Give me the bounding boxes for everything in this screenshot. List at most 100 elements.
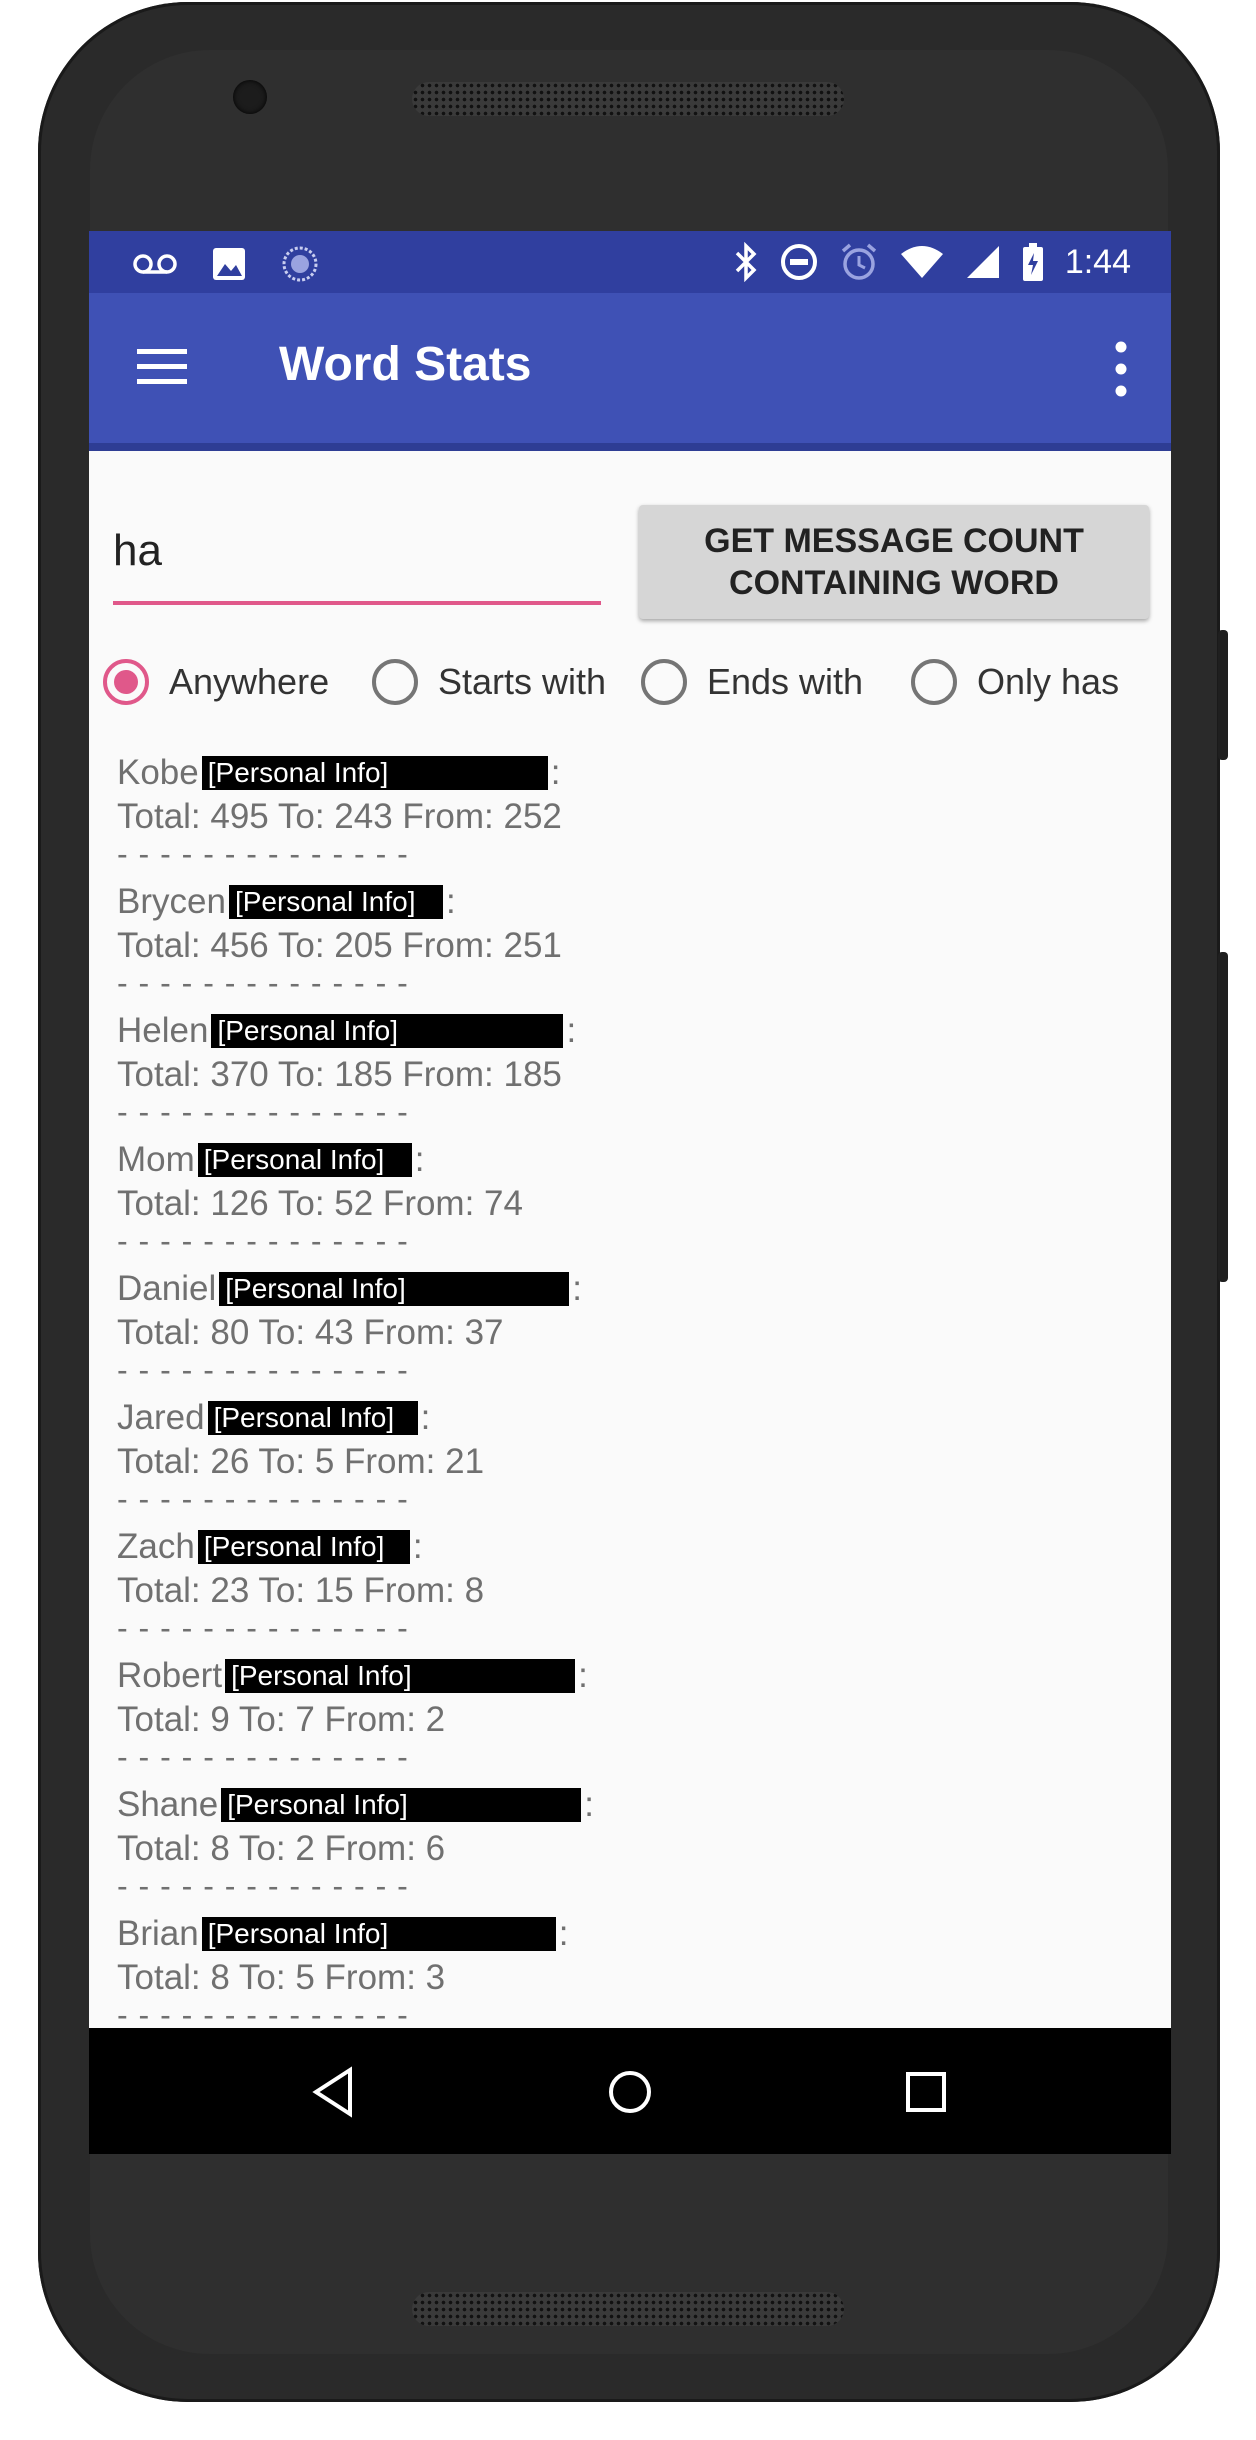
separator: - - - - - - - - - - - - - - bbox=[117, 836, 409, 872]
image-icon bbox=[213, 248, 245, 280]
message-stats: Total: 26 To: 5 From: 21 bbox=[117, 1442, 485, 1481]
status-bar: 1:44 bbox=[89, 231, 1171, 293]
radio-label-only-has: Only has bbox=[977, 661, 1120, 702]
redacted-info: [Personal Info] bbox=[221, 1788, 582, 1822]
contact-name: Robert bbox=[117, 1656, 223, 1695]
contact-line: Kobe [Personal Info]: bbox=[117, 751, 1157, 795]
message-stats: Total: 8 To: 5 From: 3 bbox=[117, 1958, 446, 1997]
radio-label-anywhere: Anywhere bbox=[169, 661, 330, 702]
list-item: Robert [Personal Info]: Total: 9 To: 7 Fr… bbox=[117, 1654, 1157, 1783]
redacted-info: [Personal Info] bbox=[225, 1659, 576, 1693]
list-item: Zach [Personal Info]: Total: 23 To: 15 Fr… bbox=[117, 1525, 1157, 1654]
radio-ends-with[interactable]: Ends with bbox=[641, 647, 863, 717]
message-stats: Total: 456 To: 205 From: 251 bbox=[117, 926, 562, 965]
bluetooth-icon bbox=[735, 242, 757, 282]
contact-line: Zach [Personal Info]: bbox=[117, 1525, 1157, 1569]
contact-line: Mom [Personal Info]: bbox=[117, 1138, 1157, 1182]
redacted-info: [Personal Info] bbox=[228, 885, 443, 919]
name-colon: : bbox=[445, 882, 456, 921]
radio-only-has[interactable]: Only has bbox=[911, 647, 1119, 717]
content-area: GET MESSAGE COUNT CONTAINING WORD Anywhe… bbox=[89, 451, 1171, 2154]
results-list: Kobe [Personal Info]: Total: 495 To: 243 … bbox=[117, 751, 1157, 2041]
do-not-disturb-icon bbox=[780, 244, 817, 280]
signal-icon bbox=[966, 246, 999, 278]
recents-icon[interactable] bbox=[896, 2062, 956, 2122]
bottom-speaker-grille bbox=[412, 2292, 844, 2326]
separator: - - - - - - - - - - - - - - bbox=[117, 1352, 409, 1388]
app-bar: Word Stats bbox=[89, 293, 1171, 451]
radio-unchecked-icon[interactable] bbox=[911, 659, 957, 705]
search-field-wrapper bbox=[113, 511, 601, 605]
battery-icon bbox=[1022, 243, 1043, 281]
menu-icon[interactable] bbox=[137, 347, 187, 387]
separator: - - - - - - - - - - - - - - bbox=[117, 965, 409, 1001]
radio-label-starts-with: Starts with bbox=[438, 661, 607, 702]
status-left-icons bbox=[133, 245, 319, 283]
contact-name: Kobe bbox=[117, 753, 199, 792]
list-item: Daniel [Personal Info]: Total: 80 To: 43 … bbox=[117, 1267, 1157, 1396]
radio-anywhere[interactable]: Anywhere bbox=[103, 647, 329, 717]
contact-name: Mom bbox=[117, 1140, 195, 1179]
get-message-count-button[interactable]: GET MESSAGE COUNT CONTAINING WORD bbox=[639, 505, 1149, 619]
redacted-info: [Personal Info] bbox=[211, 1014, 564, 1048]
message-stats: Total: 9 To: 7 From: 2 bbox=[117, 1700, 446, 1739]
page-title: Word Stats bbox=[279, 338, 532, 391]
list-item: Shane [Personal Info]: Total: 8 To: 2 Fro… bbox=[117, 1783, 1157, 1912]
overflow-menu-icon[interactable] bbox=[1115, 341, 1127, 397]
contact-name: Helen bbox=[117, 1011, 209, 1050]
message-stats: Total: 370 To: 185 From: 185 bbox=[117, 1055, 562, 1094]
message-stats: Total: 80 To: 43 From: 37 bbox=[117, 1313, 504, 1352]
redacted-info: [Personal Info] bbox=[207, 1401, 418, 1435]
contact-name: Daniel bbox=[117, 1269, 217, 1308]
contact-name: Jared bbox=[117, 1398, 205, 1437]
message-stats: Total: 126 To: 52 From: 74 bbox=[117, 1184, 523, 1223]
separator: - - - - - - - - - - - - - - bbox=[117, 1868, 409, 1904]
name-colon: : bbox=[420, 1398, 431, 1437]
redacted-info: [Personal Info] bbox=[197, 1530, 410, 1564]
contact-line: Robert [Personal Info]: bbox=[117, 1654, 1157, 1698]
contact-line: Shane [Personal Info]: bbox=[117, 1783, 1157, 1827]
separator: - - - - - - - - - - - - - - bbox=[117, 1739, 409, 1775]
name-colon: : bbox=[584, 1785, 594, 1824]
name-colon: : bbox=[566, 1011, 577, 1050]
search-input-underline bbox=[113, 601, 601, 605]
separator: - - - - - - - - - - - - - - bbox=[117, 1610, 409, 1646]
message-stats: Total: 495 To: 243 From: 252 bbox=[117, 797, 562, 836]
radio-label-ends-with: Ends with bbox=[707, 661, 864, 702]
contact-name: Brycen bbox=[117, 882, 226, 921]
contact-name: Zach bbox=[117, 1527, 195, 1566]
front-camera bbox=[233, 80, 267, 114]
search-input[interactable] bbox=[113, 511, 597, 591]
name-colon: : bbox=[414, 1140, 425, 1179]
message-stats: Total: 8 To: 2 From: 6 bbox=[117, 1829, 446, 1868]
separator: - - - - - - - - - - - - - - bbox=[117, 1481, 409, 1517]
radio-checked-icon[interactable] bbox=[103, 659, 149, 705]
redacted-info: [Personal Info] bbox=[201, 756, 548, 790]
redacted-info: [Personal Info] bbox=[201, 1917, 556, 1951]
name-colon: : bbox=[412, 1527, 423, 1566]
contact-name: Shane bbox=[117, 1785, 219, 1824]
voicemail-icon bbox=[133, 254, 177, 274]
radio-starts-with[interactable]: Starts with bbox=[372, 647, 606, 717]
home-icon[interactable] bbox=[600, 2062, 660, 2122]
list-item: Mom [Personal Info]: Total: 126 To: 52 Fr… bbox=[117, 1138, 1157, 1267]
match-options-group: Anywhere Starts with Ends with Only has bbox=[103, 647, 1171, 717]
redacted-info: [Personal Info] bbox=[219, 1272, 570, 1306]
separator: - - - - - - - - - - - - - - bbox=[117, 1223, 409, 1259]
name-colon: : bbox=[572, 1269, 582, 1308]
wifi-icon bbox=[900, 246, 943, 278]
list-item: Jared [Personal Info]: Total: 26 To: 5 Fr… bbox=[117, 1396, 1157, 1525]
contact-line: Helen [Personal Info]: bbox=[117, 1009, 1157, 1053]
contact-line: Daniel [Personal Info]: bbox=[117, 1267, 1157, 1311]
status-time: 1:44 bbox=[1064, 242, 1131, 281]
redacted-info: [Personal Info] bbox=[197, 1143, 412, 1177]
contact-line: Jared [Personal Info]: bbox=[117, 1396, 1157, 1440]
radio-unchecked-icon[interactable] bbox=[372, 659, 418, 705]
list-item: Helen [Personal Info]: Total: 370 To: 185… bbox=[117, 1009, 1157, 1138]
radio-unchecked-icon[interactable] bbox=[641, 659, 687, 705]
list-item: Kobe [Personal Info]: Total: 495 To: 243 … bbox=[117, 751, 1157, 880]
back-icon[interactable] bbox=[304, 2062, 364, 2122]
volume-button bbox=[1218, 630, 1228, 760]
contact-line: Brycen [Personal Info]: bbox=[117, 880, 1157, 924]
name-colon: : bbox=[550, 753, 561, 792]
